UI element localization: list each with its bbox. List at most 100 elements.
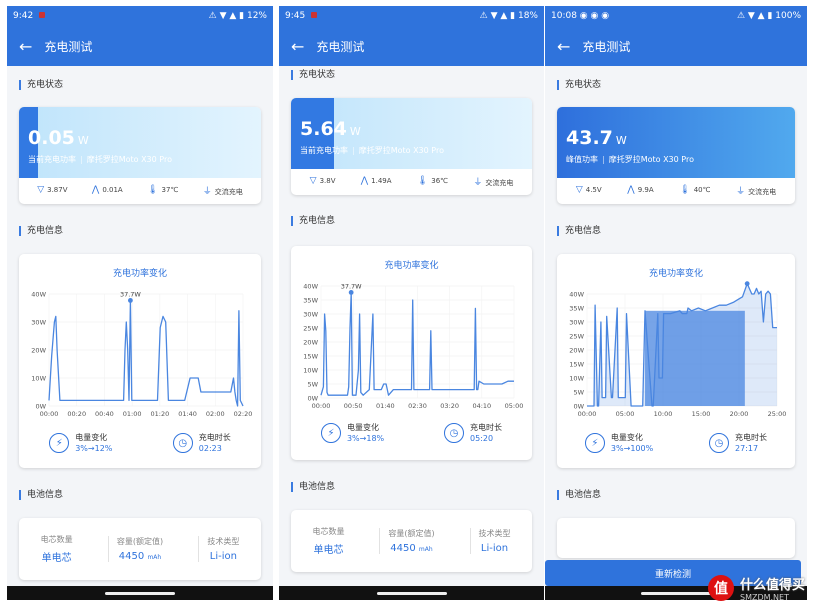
voltage-stat: ▽ 3.87V (37, 185, 67, 195)
nav-bar (7, 586, 273, 600)
watermark-sub: SMZDM.NET (739, 593, 789, 602)
capacity-label: 容量(额定值) (388, 529, 435, 538)
current-icon: ⋀ (91, 185, 100, 195)
chart-card: 充电功率变化 0W 5W 10W 15W 20W 25W 30W 35W 40W 00:00 00:… (291, 246, 532, 460)
x-tick-label: 03:20 (440, 402, 459, 410)
clock-text: 9:45 (285, 11, 318, 21)
power-chart: 0W5W10W15W20W25W30W35W40W00:00 00:50 01:40… (303, 282, 524, 410)
device-name: 摩托罗拉Moto X30 Pro (358, 146, 444, 155)
status-bar: 9:42 ⚠ ▼ ▲ ▮ 12% (7, 6, 273, 26)
y-tick-label: 40W (569, 291, 584, 299)
charging-duration: ◷ 充电时长 27:17 (709, 432, 767, 454)
page-title: 充电测试 (316, 39, 365, 54)
x-tick-label: 04:10 (472, 402, 491, 410)
temp-stat: 🌡 36℃ (417, 176, 448, 186)
voltage-stat: ▽ 4.5V (576, 185, 602, 195)
y-tick-label: 30W (303, 311, 318, 319)
current-value: 0.01A (102, 186, 123, 194)
charging-meta: ⚡ 电量变化 3%→18% ◷ 充电时长 05:20 (291, 422, 532, 444)
power-card: 43.7 W 峰值功率 | 摩托罗拉Moto X30 Pro ▽ 4.5V ⋀ 9.9A … (557, 107, 795, 204)
capacity-unit: mAh (147, 554, 162, 561)
chart-card: 充电功率变化 0W 10W 20W 30W 40W 00:00 00:20 00:40 01:0… (19, 254, 261, 468)
x-tick-label: 00:00 (40, 410, 59, 418)
cells-col: 电芯数量 单电芯 (33, 534, 81, 564)
section-charging-status: 充电状态 (291, 70, 335, 80)
notification-icon (311, 12, 318, 18)
time: 9:45 (285, 11, 306, 21)
x-tick-label: 05:00 (505, 402, 524, 410)
clock-icon: ◷ (172, 433, 193, 453)
duration-value: 27:17 (735, 444, 759, 453)
chart-card: 充电功率变化 0W 5W 10W 15W 20W 25W 30W 35W 40W 00:00 05:… (557, 254, 795, 468)
notification-icon (39, 12, 46, 18)
peak-point (744, 281, 750, 287)
dense-band (645, 310, 745, 406)
status-bar: 9:45 ⚠ ▼ ▲ ▮ 18% (279, 6, 544, 26)
x-tick-label: 00:00 (578, 410, 597, 418)
power-unit: W (615, 134, 627, 147)
battery-change-value: 3%→100% (610, 444, 654, 453)
cells-label: 电芯数量 (40, 535, 73, 544)
power-card: 0.05 W 当前充电功率 | 摩托罗拉Moto X30 Pro ▽ 3.87V ⋀ 0.… (19, 107, 261, 204)
peak-label: 37.7W (120, 290, 141, 298)
capacity-value: 4450 mAh (117, 551, 163, 562)
y-tick-label: 30W (569, 319, 584, 327)
status-icons: ⚠ ▼ ▲ ▮ 12% (208, 11, 267, 21)
power-label: 当前充电功率 (28, 155, 76, 164)
status-icons: ⚠ ▼ ▲ ▮ 100% (736, 11, 801, 21)
section-charging-status: 充电状态 (557, 80, 601, 90)
battery-change: ⚡ 电量变化 3%→18% (320, 422, 385, 444)
voltage-value: 4.5V (585, 186, 602, 194)
battery-card (557, 518, 795, 558)
power-card: 5.64 W 当前充电功率 | 摩托罗拉Moto X30 Pro ▽ 3.8V ⋀ 1.4… (291, 98, 532, 195)
voltage-icon: ▽ (575, 185, 583, 195)
battery-percent: 18% (517, 11, 538, 21)
voltage-icon: ▽ (37, 185, 45, 195)
mode-value: 交流充电 (214, 187, 243, 196)
watermark: 值 什么值得买 SMZDM.NET (707, 574, 805, 602)
power-unit: W (77, 134, 89, 147)
power-subtitle: 当前充电功率 | 摩托罗拉Moto X30 Pro (28, 155, 172, 164)
section-charging-info: 充电信息 (19, 226, 63, 236)
chart-title: 充电功率变化 (112, 269, 167, 279)
watermark-logo: 值 (707, 575, 734, 601)
stats-row: ▽ 4.5V ⋀ 9.9A 🌡 40℃ ⏚ 交流充电 (557, 178, 795, 202)
power-label: 当前充电功率 (300, 146, 348, 155)
capacity-label: 容量(额定值) (116, 537, 164, 546)
arrow-left-icon[interactable]: ← (557, 37, 570, 56)
power-subtitle: 峰值功率 | 摩托罗拉Moto X30 Pro (566, 155, 694, 164)
plug-icon: ⏚ (473, 177, 483, 188)
nav-bar (279, 586, 544, 600)
x-tick-label: 00:50 (344, 402, 363, 410)
page-title: 充电测试 (44, 39, 93, 54)
bolt-icon: ⚡ (320, 423, 341, 443)
chart-title: 充电功率变化 (648, 269, 703, 279)
arrow-left-icon[interactable]: ← (291, 37, 304, 56)
battery-percent: 12% (246, 11, 267, 21)
battery-change-value: 3%→18% (346, 434, 385, 443)
current-stat: ⋀ 0.01A (92, 185, 123, 195)
y-tick-label: 20W (569, 347, 584, 355)
status-icons: ⚠ ▼ ▲ ▮ 18% (479, 11, 538, 21)
x-tick-label: 20:00 (730, 410, 749, 418)
temp-stat: 🌡 40℃ (679, 185, 710, 195)
home-gesture-bar[interactable] (105, 592, 175, 595)
arrow-left-icon[interactable]: ← (19, 37, 32, 56)
x-tick-label: 00:20 (67, 410, 86, 418)
clock-icon: ◷ (444, 423, 465, 443)
thermometer-icon: 🌡 (679, 185, 691, 195)
y-tick-label: 40W (31, 291, 46, 299)
plug-icon: ⏚ (736, 186, 746, 197)
tech-col: 技术类型 Li-ion (198, 536, 247, 562)
home-gesture-bar[interactable] (641, 592, 711, 595)
power-banner: 43.7 W 峰值功率 | 摩托罗拉Moto X30 Pro (557, 107, 795, 178)
home-gesture-bar[interactable] (376, 592, 447, 595)
current-value: 1.49A (371, 177, 392, 185)
y-tick-label: 20W (31, 347, 46, 355)
x-tick-label: 00:40 (95, 410, 114, 418)
power-number: 43.7 (566, 127, 613, 149)
clock-text: 10:08 ◉ ◉ ◉ (551, 11, 610, 21)
clock-icon: ◷ (709, 433, 730, 453)
current-value: 9.9A (637, 186, 654, 194)
phone-screen-1: 9:42 ⚠ ▼ ▲ ▮ 12% ← 充电测试 充电状态 0.05 W 当前充电功… (7, 6, 273, 600)
